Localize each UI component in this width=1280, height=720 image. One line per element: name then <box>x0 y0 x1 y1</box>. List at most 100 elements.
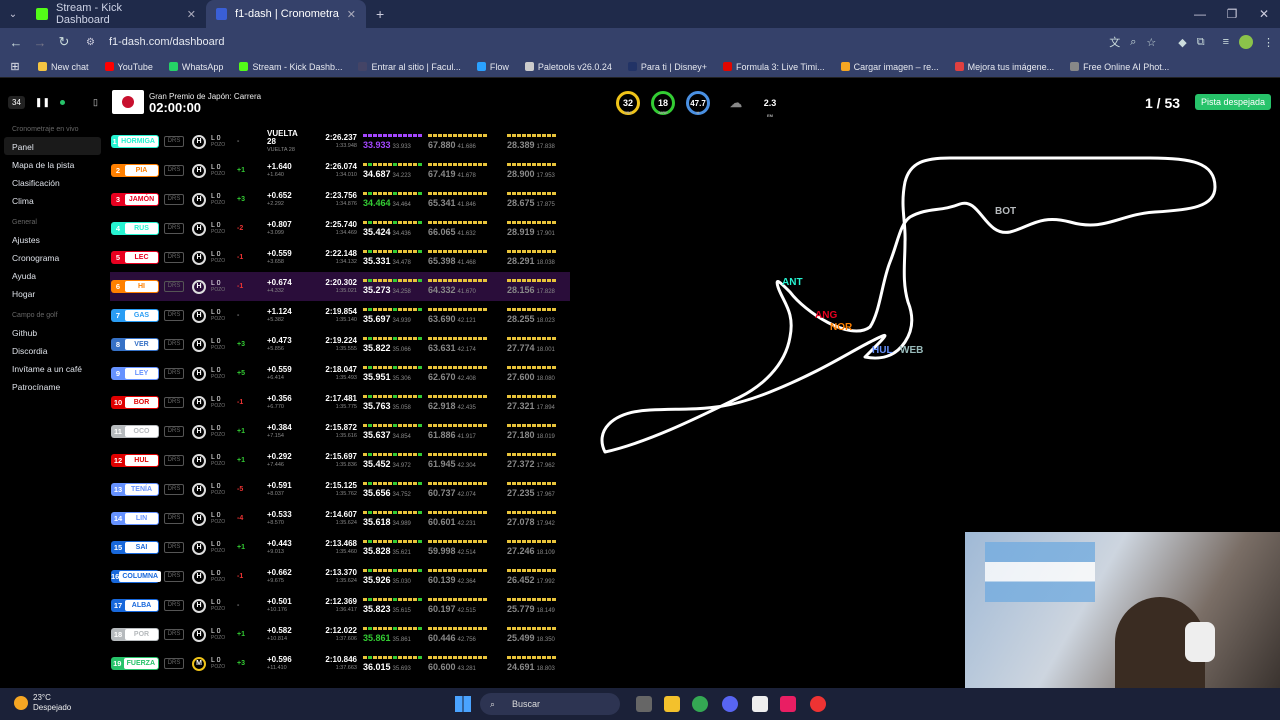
table-row[interactable]: 6 HI DRS H L 0 POZO -1 +0.674 +4.332 2:20.302 1:35… <box>110 272 570 301</box>
table-row[interactable]: 18 POR DRS H L 0 POZO +1 +0.582 +10.814 2:12.022 1… <box>110 620 570 649</box>
best-lap-time: 1:34.876 <box>335 200 357 207</box>
lap-info: L 0 POZO <box>211 309 237 323</box>
table-row[interactable]: 12 HUL DRS H L 0 POZO +1 +0.292 +7.446 2:15.697 1:… <box>110 446 570 475</box>
tab-search-icon[interactable]: ⌄ <box>0 9 26 20</box>
sidebar-item-schedule[interactable]: Cronograma <box>0 248 105 266</box>
table-row[interactable]: 11 OCO DRS H L 0 POZO +1 +0.384 +7.154 2:15.872 1:… <box>110 417 570 446</box>
minisector <box>408 423 412 427</box>
sidebar-item-sponsor[interactable]: Patrocíname <box>0 377 105 395</box>
minisector <box>522 278 526 282</box>
drs-indicator: DRS <box>164 281 184 292</box>
minisector <box>552 336 556 340</box>
close-icon[interactable]: ✕ <box>347 8 356 21</box>
pit-label: POZO <box>211 431 226 438</box>
table-row[interactable]: 8 VER DRS H L 0 POZO +3 +0.473 +5.856 2:19.224 1:3… <box>110 330 570 359</box>
avatar[interactable] <box>1239 35 1253 49</box>
table-row[interactable]: 13 TENÍA DRS H L 0 POZO -5 +0.591 +8.037 2:15.125… <box>110 475 570 504</box>
zoom-icon[interactable]: ⌕ <box>1130 36 1136 49</box>
delay-badge[interactable]: 34 <box>8 95 25 109</box>
media-icon[interactable]: ≡ <box>1223 36 1229 48</box>
table-row[interactable]: 9 LEY DRS H L 0 POZO +5 +0.559 +6.414 2:18.047 1:3… <box>110 359 570 388</box>
tab-f1dash[interactable]: f1-dash | Cronometraje en vivo ✕ <box>206 0 366 28</box>
pause-icon[interactable]: ❚❚ <box>35 97 50 108</box>
bookmark-item[interactable]: Stream - Kick Dashb... <box>231 62 350 72</box>
minimize-icon[interactable]: — <box>1184 7 1216 21</box>
sidebar-item-standings[interactable]: Clasificación <box>0 173 105 191</box>
bookmark-item[interactable]: Entrar al sitio | Facul... <box>350 62 468 72</box>
bookmark-item[interactable]: WhatsApp <box>161 62 232 72</box>
table-row[interactable]: 5 LEC DRS H L 0 POZO -1 +0.559 +3.658 2:22.148 1:3… <box>110 243 570 272</box>
site-info-icon[interactable]: ⚙ <box>86 37 95 48</box>
table-row[interactable]: 15 SAI DRS H L 0 POZO +1 +0.443 +9.013 2:13.468 1:… <box>110 533 570 562</box>
bookmark-item[interactable]: Formula 3: Live Timi... <box>715 62 833 72</box>
sidebar-item-github[interactable]: Github <box>0 323 105 341</box>
new-tab-icon[interactable]: + <box>376 6 384 22</box>
close-icon[interactable]: ✕ <box>187 8 196 21</box>
table-row[interactable]: 3 JAMÓN DRS H L 0 POZO +3 +0.652 +2.292 2:23.756 1… <box>110 185 570 214</box>
minisector <box>443 510 447 514</box>
bookmark-item[interactable]: Cargar imagen – re... <box>833 62 947 72</box>
back-icon[interactable]: ← <box>4 35 28 50</box>
bookmark-item[interactable]: Flow <box>469 62 517 72</box>
reload-icon[interactable]: ↻ <box>52 34 76 50</box>
sidebar-item-panel[interactable]: Panel <box>4 137 101 155</box>
sidebar-item-discord[interactable]: Discordia <box>0 341 105 359</box>
driver-map-label: WEB <box>900 345 924 356</box>
forward-icon[interactable]: → <box>28 35 52 50</box>
sidebar-item-help[interactable]: Ayuda <box>0 266 105 284</box>
bookmark-item[interactable]: Mejora tus imágene... <box>947 62 1063 72</box>
notepad-icon[interactable] <box>752 696 768 712</box>
table-row[interactable]: 1 HORMIGA DRS H L 0 POZO - VUELTA 28 VUELTA 28 2:… <box>110 127 570 156</box>
apps-icon[interactable]: ⊞ <box>0 60 30 73</box>
bookmark-item[interactable]: YouTube <box>97 62 161 72</box>
minisector <box>368 539 372 543</box>
sidebar-item-home[interactable]: Hogar <box>0 284 105 302</box>
weather-widget[interactable]: 23°C Despejado <box>33 693 71 713</box>
sidebar-item-weather[interactable]: Clima <box>0 191 105 209</box>
table-row[interactable]: 16 COLUMNA DRS H L 0 POZO -1 +0.662 +9.675 2:13.3… <box>110 562 570 591</box>
bookmark-item[interactable]: Free Online AI Phot... <box>1062 62 1177 72</box>
close-window-icon[interactable]: ✕ <box>1248 7 1280 21</box>
taskbar-search[interactable]: ⌕ Buscar <box>480 693 620 715</box>
windows-start-icon[interactable] <box>455 696 471 712</box>
menu-icon[interactable]: ⋮ <box>1263 36 1274 49</box>
sidebar-item-coffee[interactable]: Invítame a un café <box>0 359 105 377</box>
table-row[interactable]: 7 GAS DRS H L 0 POZO - +1.124 +5.382 2:19.854 1:35… <box>110 301 570 330</box>
url-field[interactable]: f1-dash.com/dashboard <box>109 36 225 48</box>
maximize-icon[interactable]: ❐ <box>1216 7 1248 21</box>
sidebar-toggle-icon[interactable]: ▯ <box>93 97 98 108</box>
minisector <box>517 481 521 485</box>
minisector <box>478 452 482 456</box>
minisector <box>393 162 397 166</box>
table-row[interactable]: 17 ALBA DRS H L 0 POZO - +0.501 +10.176 2:12.369 1… <box>110 591 570 620</box>
search-label: Buscar <box>512 699 541 709</box>
minisector <box>403 249 407 253</box>
bookmark-item[interactable]: Paletools v26.0.24 <box>517 62 620 72</box>
table-row[interactable]: 4 RUS DRS H L 0 POZO -2 +0.807 +3.099 2:25.740 1:3… <box>110 214 570 243</box>
minisector <box>512 481 516 485</box>
chrome-icon[interactable] <box>692 696 708 712</box>
lap-info: L 0 POZO <box>211 512 237 526</box>
tab-kick[interactable]: Stream - Kick Dashboard ✕ <box>26 0 206 28</box>
sector-best: 41.632 <box>457 230 476 237</box>
table-row[interactable]: 14 LIN DRS H L 0 POZO -4 +0.533 +8.570 2:14.607 1:… <box>110 504 570 533</box>
sidebar-item-track-map[interactable]: Mapa de la pista <box>0 155 105 173</box>
bookmark-item[interactable]: New chat <box>30 62 97 72</box>
puzzle-icon[interactable]: ⧉ <box>1197 36 1205 49</box>
table-row[interactable]: 2 PIA DRS H L 0 POZO +1 +1.640 +1.640 2:26.074 1:3… <box>110 156 570 185</box>
sector-times: 35.861 35.861 60.446 42.756 25.499 18.350 <box>363 623 563 647</box>
table-row[interactable]: 10 BOR DRS H L 0 POZO -1 +0.356 +6.770 2:17.481 1:… <box>110 388 570 417</box>
bookmark-item[interactable]: Para ti | Disney+ <box>620 62 715 72</box>
discord-icon[interactable] <box>722 696 738 712</box>
taskview-icon[interactable] <box>636 696 652 712</box>
translate-icon[interactable]: 文 <box>1109 34 1120 50</box>
table-row[interactable]: 19 FUERZA DRS M L 0 POZO +3 +0.596 +11.410 2:10.8… <box>110 649 570 678</box>
extension-icon[interactable]: ◆ <box>1178 36 1186 49</box>
file-explorer-icon[interactable] <box>664 696 680 712</box>
tiktok-icon[interactable] <box>780 696 796 712</box>
minisector <box>433 568 437 572</box>
app-icon[interactable] <box>810 696 826 712</box>
minisector <box>438 278 442 282</box>
sidebar-item-settings[interactable]: Ajustes <box>0 230 105 248</box>
star-icon[interactable]: ☆ <box>1146 36 1156 49</box>
